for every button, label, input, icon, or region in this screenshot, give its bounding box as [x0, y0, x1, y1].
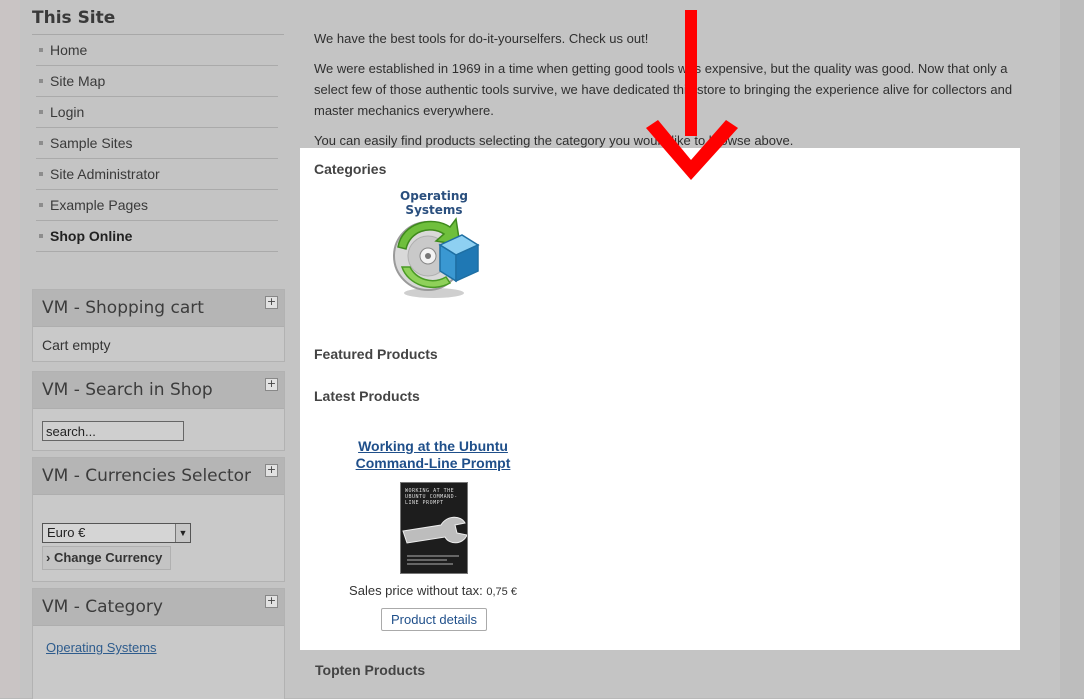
currency-selected-value: Euro €	[47, 525, 86, 540]
shopping-cart-module: VM - Shopping cart + Cart empty	[32, 289, 285, 362]
sidebar-item-home[interactable]: Home	[36, 35, 278, 66]
sidebar-item-label: Shop Online	[50, 228, 133, 244]
expand-icon[interactable]: +	[265, 378, 278, 391]
sidebar-menu: Home Site Map Login Sample Sites Site Ad…	[32, 35, 284, 252]
sidebar-item-label: Site Map	[50, 73, 106, 89]
bullet-icon	[39, 110, 43, 114]
currency-module: VM - Currencies Selector + Euro € ▼ › Ch…	[32, 457, 285, 582]
module-header: VM - Shopping cart +	[33, 290, 284, 327]
module-body: Cart empty	[33, 327, 284, 361]
module-header: VM - Category +	[33, 589, 284, 626]
price-value: 0,75 €	[486, 586, 517, 598]
module-body: Euro € ▼ › Change Currency	[33, 495, 284, 581]
expand-icon[interactable]: +	[265, 595, 278, 608]
chevron-right-icon: ›	[46, 550, 51, 565]
bullet-icon	[39, 234, 43, 238]
change-currency-button[interactable]: › Change Currency	[42, 546, 172, 570]
search-module: VM - Search in Shop +	[32, 371, 285, 451]
chevron-down-icon: ▼	[175, 524, 190, 542]
bullet-icon	[39, 79, 43, 83]
change-currency-label: Change Currency	[53, 550, 163, 565]
topten-products-heading: Topten Products	[315, 662, 426, 678]
sidebar: This Site Home Site Map Login Sample Sit…	[32, 0, 284, 252]
price-label: Sales price without tax:	[349, 583, 483, 598]
book-cover-text: WORKING AT THE UBUNTU COMMAND-LINE PROMP…	[405, 488, 458, 506]
category-link-operating-systems[interactable]: Operating Systems	[46, 640, 157, 655]
search-input[interactable]	[42, 421, 184, 441]
expand-icon[interactable]: +	[265, 464, 278, 477]
sidebar-item-example-pages[interactable]: Example Pages	[36, 190, 278, 221]
wrench-icon	[402, 516, 467, 565]
sidebar-item-label: Example Pages	[50, 197, 149, 213]
sidebar-item-site-map[interactable]: Site Map	[36, 66, 278, 97]
module-title: VM - Search in Shop	[42, 380, 213, 400]
bullet-icon	[39, 203, 43, 207]
page-right-edge	[1060, 0, 1084, 698]
product-title-line: Command-Line Prompt	[355, 455, 511, 471]
sidebar-item-label: Site Administrator	[50, 166, 160, 182]
sidebar-item-label: Login	[50, 104, 85, 120]
featured-products-heading: Featured Products	[314, 346, 438, 362]
module-title: VM - Category	[42, 597, 163, 617]
categories-heading: Categories	[314, 161, 387, 177]
expand-icon[interactable]: +	[265, 296, 278, 309]
bullet-icon	[39, 141, 43, 145]
red-arrow-icon	[646, 10, 738, 180]
bullet-icon	[39, 172, 43, 176]
module-header: VM - Currencies Selector +	[33, 458, 284, 495]
sidebar-item-site-administrator[interactable]: Site Administrator	[36, 159, 278, 190]
product-title-link[interactable]: Working at the Ubuntu Command-Line Promp…	[340, 438, 526, 472]
sidebar-item-label: Home	[50, 42, 88, 58]
currency-select[interactable]: Euro € ▼	[42, 523, 191, 543]
sidebar-title: This Site	[32, 0, 284, 35]
sidebar-item-login[interactable]: Login	[36, 97, 278, 128]
product-image[interactable]: WORKING AT THE UBUNTU COMMAND-LINE PROMP…	[400, 482, 468, 574]
category-module: VM - Category + Operating Systems	[32, 588, 285, 699]
product-details-button[interactable]: Product details	[381, 608, 487, 631]
operating-systems-icon[interactable]	[388, 209, 480, 301]
sidebar-item-sample-sites[interactable]: Sample Sites	[36, 128, 278, 159]
page-left-edge	[0, 0, 20, 698]
sidebar-item-label: Sample Sites	[50, 135, 133, 151]
sidebar-item-shop-online[interactable]: Shop Online	[36, 221, 278, 252]
cart-status: Cart empty	[42, 337, 111, 353]
module-header: VM - Search in Shop +	[33, 372, 284, 409]
module-body: Operating Systems	[33, 626, 284, 668]
product-title-line: Working at the Ubuntu	[358, 438, 508, 454]
bullet-icon	[39, 48, 43, 52]
product-price: Sales price without tax: 0,75 €	[340, 583, 526, 598]
latest-products-heading: Latest Products	[314, 388, 420, 404]
module-body	[33, 409, 284, 450]
operating-systems-icon	[393, 217, 480, 298]
module-title: VM - Shopping cart	[42, 298, 204, 318]
module-title: VM - Currencies Selector	[42, 466, 252, 486]
